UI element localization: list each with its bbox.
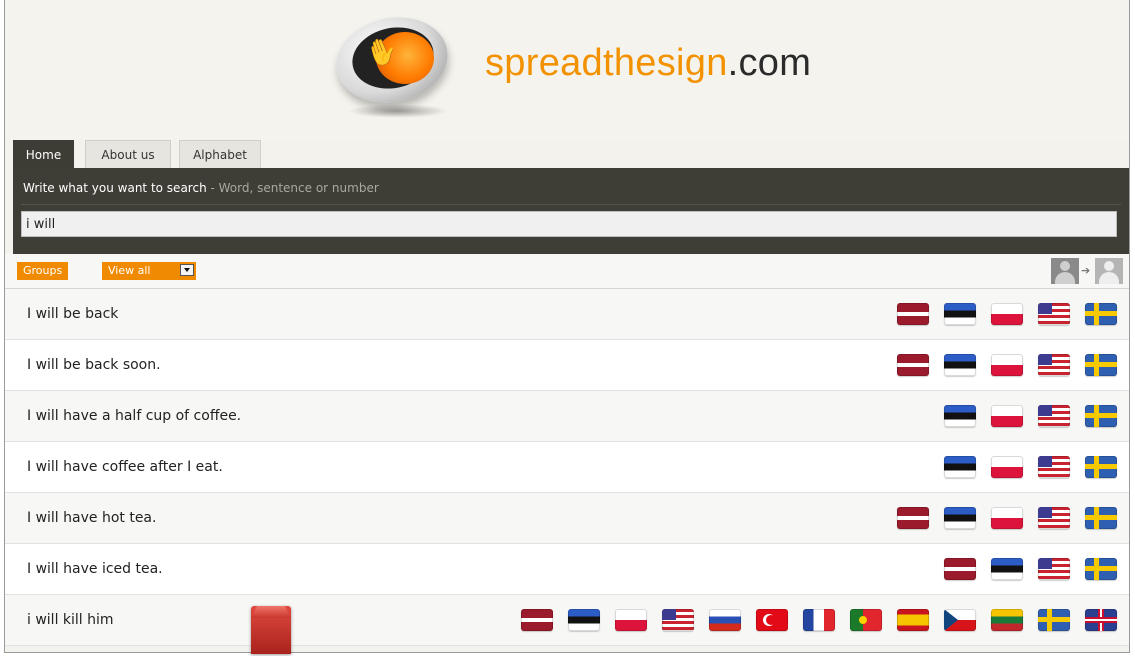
- arrow-right-icon: ➔: [1081, 264, 1091, 277]
- flag-lithuania-icon[interactable]: [991, 609, 1023, 631]
- logo-shadow: [348, 104, 448, 118]
- site-header: ✋ spreadthesign.com: [5, 0, 1129, 140]
- flag-latvia-icon[interactable]: [521, 609, 553, 631]
- tab-home[interactable]: Home: [13, 140, 74, 168]
- search-label-main: Write what you want to search: [23, 181, 207, 195]
- flag-russia-icon[interactable]: [709, 609, 741, 631]
- flag-france-icon[interactable]: [803, 609, 835, 631]
- site-title-domain: .com: [727, 42, 812, 84]
- flag-sweden-icon[interactable]: [1085, 507, 1117, 529]
- groups-button[interactable]: Groups: [17, 262, 69, 280]
- view-all-label: View all: [108, 264, 151, 277]
- view-all-dropdown[interactable]: View all: [102, 262, 196, 280]
- app-frame: ✋ spreadthesign.com Home About us Alphab…: [4, 0, 1130, 653]
- flag-estonia-icon[interactable]: [944, 456, 976, 478]
- language-flags: [944, 405, 1117, 427]
- language-flags: [944, 558, 1117, 580]
- flag-usa-icon[interactable]: [1038, 303, 1070, 325]
- flag-sweden-icon[interactable]: [1085, 354, 1117, 376]
- flag-estonia-icon[interactable]: [568, 609, 600, 631]
- flag-usa-icon[interactable]: [1038, 456, 1070, 478]
- flag-latvia-icon[interactable]: [944, 558, 976, 580]
- flag-sweden-icon[interactable]: [1038, 609, 1070, 631]
- flag-czech-icon[interactable]: [944, 609, 976, 631]
- flag-poland-icon[interactable]: [991, 405, 1023, 427]
- flag-estonia-icon[interactable]: [944, 507, 976, 529]
- search-hint: - Word, sentence or number: [206, 181, 379, 195]
- flag-usa-icon[interactable]: [1038, 558, 1070, 580]
- site-logo[interactable]: ✋: [328, 7, 460, 118]
- chevron-down-icon[interactable]: [180, 264, 194, 276]
- flag-poland-icon[interactable]: [991, 303, 1023, 325]
- result-text[interactable]: I will be back soon.: [27, 340, 161, 390]
- language-flags: [897, 303, 1117, 325]
- flag-estonia-icon[interactable]: [944, 303, 976, 325]
- tab-alphabet[interactable]: Alphabet: [179, 140, 261, 168]
- result-row[interactable]: I will have coffee after I eat.: [5, 442, 1129, 493]
- flag-poland-icon[interactable]: [991, 354, 1023, 376]
- search-input[interactable]: [21, 211, 1117, 237]
- search-label: Write what you want to search - Word, se…: [23, 181, 379, 195]
- search-panel: Write what you want to search - Word, se…: [13, 168, 1129, 254]
- results-toolbar: Groups View all ➔: [5, 254, 1129, 289]
- flag-usa-icon[interactable]: [662, 609, 694, 631]
- result-row[interactable]: I will be back: [5, 289, 1129, 340]
- site-title-main: spreadthesign: [485, 42, 728, 84]
- flag-estonia-icon[interactable]: [991, 558, 1023, 580]
- result-text[interactable]: I will be back: [27, 289, 118, 339]
- result-text[interactable]: I will have hot tea.: [27, 493, 156, 543]
- site-title[interactable]: spreadthesign.com: [485, 42, 811, 85]
- tab-about-us[interactable]: About us: [85, 140, 171, 168]
- flag-latvia-icon[interactable]: [897, 303, 929, 325]
- result-text[interactable]: I will have iced tea.: [27, 544, 163, 594]
- red-marker: [251, 606, 291, 654]
- language-flags: [897, 507, 1117, 529]
- result-text[interactable]: i will kill him: [27, 595, 114, 645]
- flag-turkey-icon[interactable]: [756, 609, 788, 631]
- person-icon: [1095, 258, 1123, 284]
- flag-usa-icon[interactable]: [1038, 405, 1070, 427]
- result-text[interactable]: I will have coffee after I eat.: [27, 442, 223, 492]
- result-row[interactable]: I will be back soon.: [5, 340, 1129, 391]
- results-list: I will be back I will be back soon. I will…: [5, 289, 1129, 646]
- flag-sweden-icon[interactable]: [1085, 456, 1117, 478]
- result-text[interactable]: I will have a half cup of coffee.: [27, 391, 241, 441]
- flag-sweden-icon[interactable]: [1085, 558, 1117, 580]
- flag-poland-icon[interactable]: [991, 456, 1023, 478]
- person-icon: [1051, 258, 1079, 284]
- sign-to-sign-toggle[interactable]: ➔: [1051, 258, 1123, 284]
- flag-spain-icon[interactable]: [897, 609, 929, 631]
- language-flags: [521, 609, 1117, 631]
- flag-sweden-icon[interactable]: [1085, 303, 1117, 325]
- flag-estonia-icon[interactable]: [944, 405, 976, 427]
- language-flags: [897, 354, 1117, 376]
- flag-sweden-icon[interactable]: [1085, 405, 1117, 427]
- flag-estonia-icon[interactable]: [944, 354, 976, 376]
- flag-usa-icon[interactable]: [1038, 507, 1070, 529]
- flag-latvia-icon[interactable]: [897, 507, 929, 529]
- result-row[interactable]: I will have a half cup of coffee.: [5, 391, 1129, 442]
- flag-latvia-icon[interactable]: [897, 354, 929, 376]
- result-row[interactable]: I will have iced tea.: [5, 544, 1129, 595]
- result-row[interactable]: i will kill him: [5, 595, 1129, 646]
- language-flags: [944, 456, 1117, 478]
- flag-portugal-icon[interactable]: [850, 609, 882, 631]
- flag-poland-icon[interactable]: [991, 507, 1023, 529]
- result-row[interactable]: I will have hot tea.: [5, 493, 1129, 544]
- search-divider: [21, 204, 1121, 205]
- flag-poland-icon[interactable]: [615, 609, 647, 631]
- flag-uk-icon[interactable]: [1085, 609, 1117, 631]
- flag-usa-icon[interactable]: [1038, 354, 1070, 376]
